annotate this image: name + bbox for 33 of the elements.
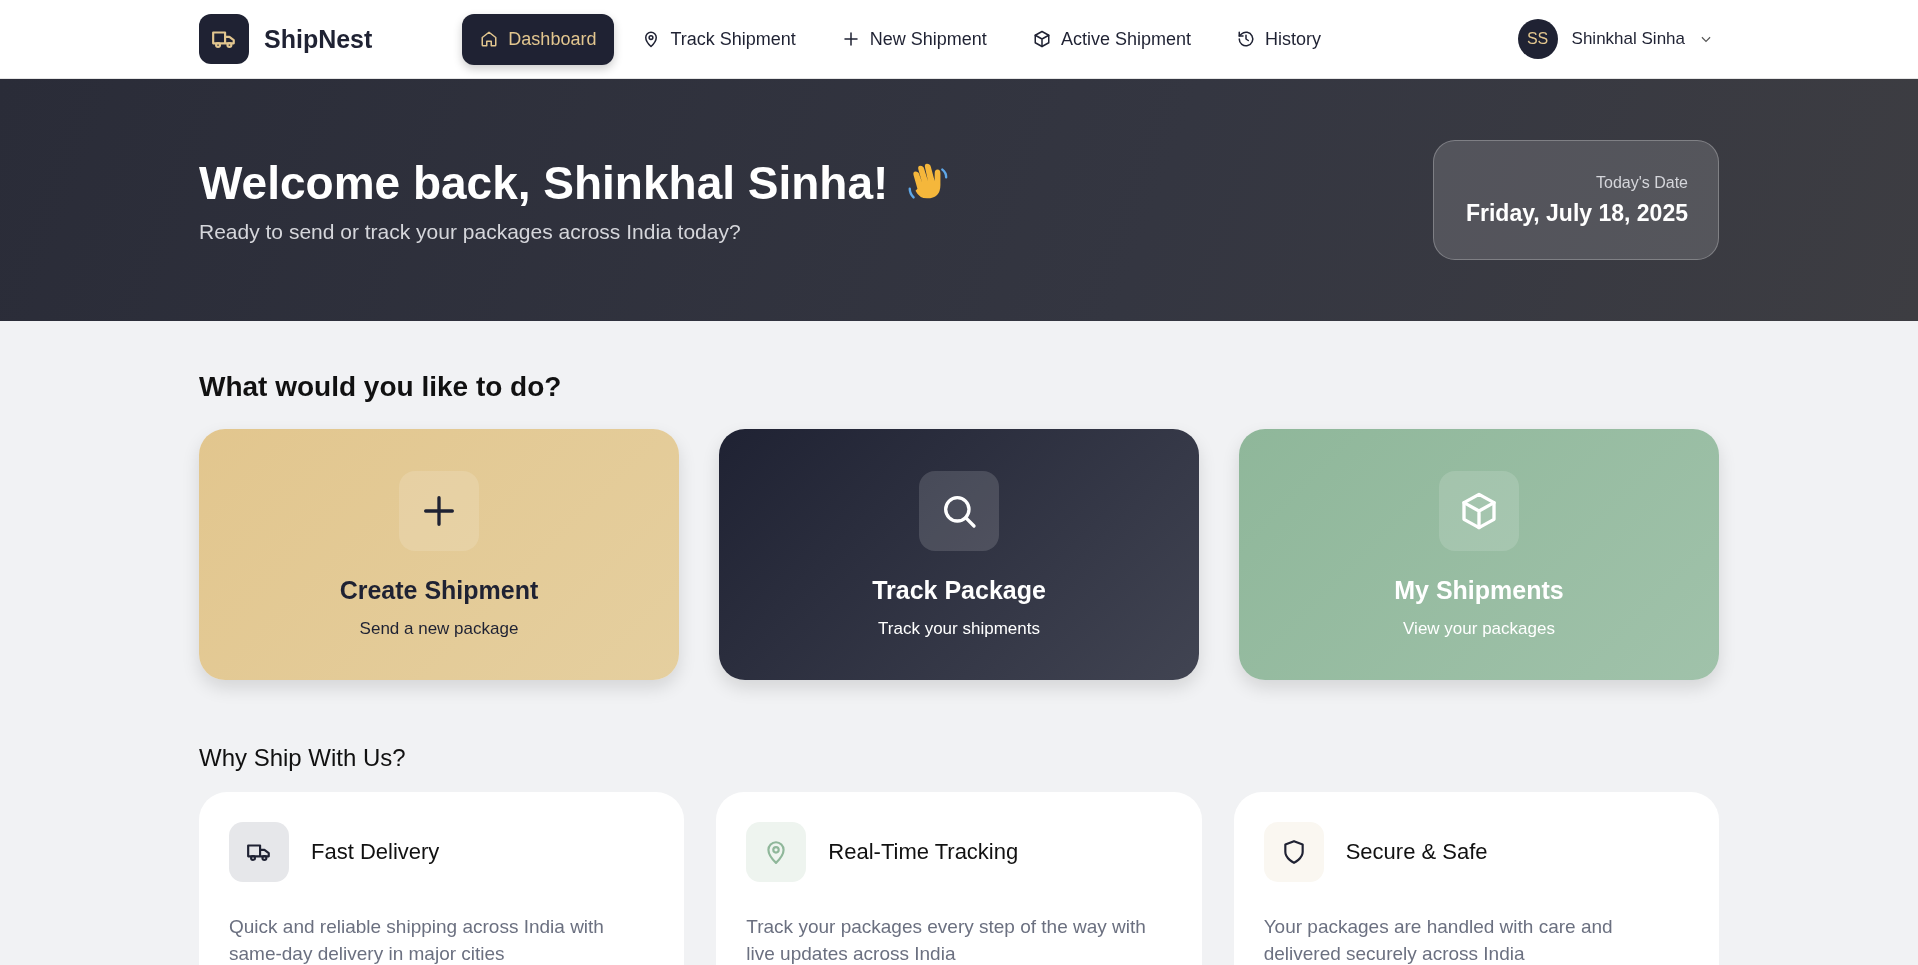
feature-description: Your packages are handled with care and delivered securely across India: [1263, 915, 1614, 965]
welcome-subtitle: Ready to send or track your packages across India today?: [199, 220, 742, 244]
card-title: Create Shipment: [339, 575, 539, 605]
nav-tab[interactable]: New Shipment: [823, 13, 1005, 65]
card-subtitle: Send a new package: [359, 618, 519, 639]
section-heading: Why Ship With Us?: [199, 744, 407, 772]
nav-tab[interactable]: Active Shipment: [1014, 13, 1209, 65]
date-label: Today's Date: [1596, 173, 1688, 192]
card-subtitle: Track your shipments: [878, 618, 1040, 639]
user-menu[interactable]: SS Shinkhal Sinha: [1511, 18, 1719, 60]
feature-description: Track your packages every step of the way with live updates across India: [746, 915, 1147, 965]
welcome-heading: Welcome back, Shinkhal Sinha!: [199, 156, 889, 210]
box-icon: [1032, 30, 1051, 48]
brand-name: ShipNest: [264, 24, 373, 54]
home-icon: [480, 30, 499, 48]
section-heading: What would you like to do?: [199, 371, 563, 403]
nav-tab[interactable]: Dashboard: [462, 13, 615, 65]
current-date: Friday, July 18, 2025: [1465, 199, 1688, 227]
avatar-initials: SS: [1517, 19, 1558, 59]
plus-icon: [841, 30, 860, 48]
card-title: My Shipments: [1394, 575, 1564, 605]
card-subtitle: View your packages: [1403, 618, 1555, 639]
box-icon: [1459, 490, 1499, 531]
feature-description: Quick and reliable shipping across India with same-day delivery in major cities: [229, 915, 605, 965]
action-card[interactable]: Create Shipment Send a new package: [199, 429, 679, 680]
action-card[interactable]: Track Package Track your shipments: [719, 429, 1199, 680]
feature-title: Secure & Safe: [1345, 839, 1488, 865]
nav-tab[interactable]: History: [1218, 13, 1339, 65]
card-title: Track Package: [872, 575, 1046, 605]
feature-title: Real-Time Tracking: [828, 839, 1019, 865]
nav-tab[interactable]: Track Shipment: [624, 13, 814, 65]
history-icon: [1236, 30, 1255, 48]
feature-title: Fast Delivery: [311, 839, 440, 865]
